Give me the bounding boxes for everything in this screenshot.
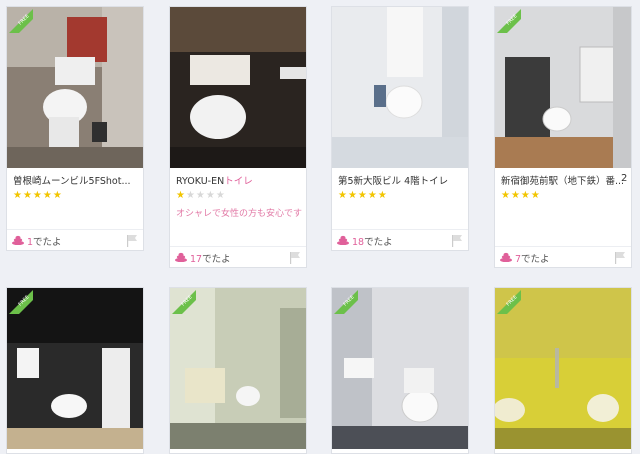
toilet-card[interactable]: 第5新大阪ビル 4階トイレ ★★★★★ 18でたよ [331,6,469,251]
toilet-card[interactable]: FREE [6,287,144,454]
toilet-title[interactable]: 第5新大阪ビル 4階トイレ [338,173,464,187]
toilet-card[interactable]: FREE [494,287,632,454]
toilet-card[interactable]: FREE [169,287,307,454]
toilet-photo[interactable] [332,7,468,168]
free-badge: FREE [497,9,521,33]
flag-icon[interactable] [289,251,301,264]
toilet-card[interactable]: FREE 新宿御苑前駅（地下鉄）番... 2 ★★★★ 7でたよ [494,6,632,268]
toilet-title[interactable]: RYOKU-ENトイレ [176,173,302,187]
visit-count: 18でたよ [352,237,393,248]
rating-stars: ★★★★★ [338,190,388,201]
toilet-card[interactable]: FREE 曽根崎ムーンビル5FShot... ★★★★★ 1でたよ [6,6,144,251]
toilet-photo[interactable] [170,7,306,168]
rating-stars: ★★★★★ [13,190,63,201]
poop-icon [500,252,512,262]
toilet-photo-image [332,7,468,168]
card-footer: 18でたよ [332,229,468,252]
flag-icon[interactable] [451,234,463,247]
free-badge: FREE [497,290,521,314]
card-footer: 1でたよ [7,229,143,252]
poop-icon [12,235,24,245]
toilet-photo-image [170,7,306,168]
poop-icon [175,252,187,262]
free-badge: FREE [9,290,33,314]
free-badge: FREE [334,290,358,314]
rating-stars: ★★★★★ [176,190,226,201]
visit-count: 17でたよ [190,254,231,265]
visit-count: 7でたよ [515,254,550,265]
poop-icon [337,235,349,245]
card-footer: 17でたよ [170,246,306,269]
rank-number: 2 [621,173,628,184]
flag-icon[interactable] [614,251,626,264]
rating-stars: ★★★★ [501,190,541,201]
toilet-title[interactable]: 曽根崎ムーンビル5FShot... [13,173,139,187]
toilet-card[interactable]: RYOKU-ENトイレ ★★★★★ オシャレで女性の方も安心です 17でたよ [169,6,307,268]
visit-count: 1でたよ [27,237,62,248]
free-badge: FREE [9,9,33,33]
toilet-title[interactable]: 新宿御苑前駅（地下鉄）番... [501,173,627,187]
toilet-card[interactable]: FREE [331,287,469,454]
card-footer: 7でたよ [495,246,631,269]
toilet-comment: オシャレで女性の方も安心です [176,209,303,219]
flag-icon[interactable] [126,234,138,247]
free-badge: FREE [172,290,196,314]
